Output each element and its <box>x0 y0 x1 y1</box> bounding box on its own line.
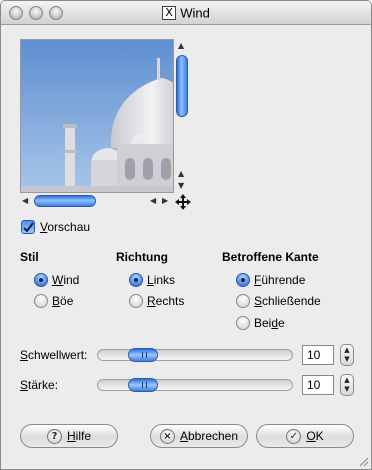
radio-links-label[interactable]: Links <box>147 273 175 287</box>
stepper-up-icon[interactable]: ▲ <box>344 346 349 354</box>
label-rest: K <box>315 429 324 443</box>
radio-fuehrende-label[interactable]: Führende <box>254 273 305 287</box>
schwellwert-slider-track[interactable] <box>97 348 293 362</box>
scroll-up-arrow-icon-lower[interactable]: ▲ <box>178 169 184 178</box>
resize-grip-icon[interactable] <box>357 455 369 467</box>
stepper-down-icon[interactable]: ▼ <box>344 385 349 393</box>
scroll-right-arrow-icon[interactable]: ▶ <box>162 196 168 205</box>
mnemonic: B <box>52 294 61 308</box>
kante-heading: Betroffene Kante <box>222 250 319 264</box>
preview-image[interactable] <box>20 39 174 193</box>
preview-horizontal-scrollbar[interactable]: ◀ ◀ ▶ <box>20 194 174 208</box>
cancel-button-label: Abbrechen <box>180 429 238 443</box>
radio-rechts[interactable] <box>129 294 143 308</box>
scroll-down-arrow-icon[interactable]: ▼ <box>178 181 184 190</box>
cancel-icon: × <box>159 428 175 444</box>
label-rest: ind <box>63 273 80 287</box>
radio-fuehrende[interactable] <box>236 273 250 287</box>
title-container: X Wind <box>1 5 371 20</box>
stepper-down-icon[interactable]: ▼ <box>344 355 349 363</box>
label-pre: Bei <box>254 316 272 330</box>
mnemonic: H <box>66 429 76 443</box>
help-button[interactable]: ? Hilfe <box>20 424 118 448</box>
help-button-label: Hilfe <box>67 429 91 443</box>
scroll-left-arrow-icon[interactable]: ◀ <box>22 196 28 205</box>
mnemonic: S <box>254 294 263 308</box>
stepper-up-icon[interactable]: ▲ <box>344 376 349 384</box>
radio-boee[interactable] <box>34 294 48 308</box>
mnemonic: A <box>179 429 188 443</box>
taj-mahal-preview <box>21 40 173 192</box>
label-rest: tärke: <box>28 378 59 392</box>
pan-move-icon[interactable] <box>175 194 191 210</box>
label-rest: echts <box>155 294 185 308</box>
help-icon: ? <box>46 428 62 444</box>
radio-boee-label[interactable]: Böe <box>52 294 73 308</box>
radio-schliessende[interactable] <box>236 294 250 308</box>
mnemonic: L <box>147 273 154 287</box>
radio-beide-label[interactable]: Beide <box>254 316 285 330</box>
label-rest: chwellwert: <box>28 348 88 362</box>
label-rest: bbrechen <box>187 429 239 443</box>
stil-heading: Stil <box>20 250 39 264</box>
preview-vertical-scrollbar[interactable]: ▲ ▲ ▼ <box>175 39 189 193</box>
vertical-scroll-thumb[interactable] <box>176 55 188 117</box>
label-rest: ilfe <box>75 429 91 443</box>
ok-button[interactable]: ✓ OK <box>256 424 354 448</box>
mnemonic: S <box>20 378 29 392</box>
mnemonic: W <box>52 273 64 287</box>
mnemonic: R <box>147 294 156 308</box>
staerke-value-field[interactable]: 10 <box>302 375 334 395</box>
x11-icon: X <box>162 5 177 20</box>
radio-wind[interactable] <box>34 273 48 287</box>
ok-check-icon: ✓ <box>286 428 302 444</box>
checkmark-icon <box>23 222 34 233</box>
label-rest: e <box>278 316 285 330</box>
preview-checkbox[interactable] <box>21 220 35 234</box>
window-title: Wind <box>180 5 210 21</box>
richtung-heading: Richtung <box>116 250 168 264</box>
scroll-up-arrow-icon[interactable]: ▲ <box>178 41 184 50</box>
schwellwert-stepper[interactable]: ▲ ▼ <box>340 344 354 366</box>
staerke-slider-track[interactable] <box>97 378 293 392</box>
scroll-left-arrow-icon-right[interactable]: ◀ <box>150 196 156 205</box>
schwellwert-slider-knob[interactable] <box>128 348 158 362</box>
staerke-label: Stärke: <box>20 378 58 392</box>
label-rest: öe <box>60 294 74 308</box>
preview-checkbox-label[interactable]: Vorschau <box>40 220 90 234</box>
label-rest: ührende <box>261 273 306 287</box>
radio-schliessende-label[interactable]: Schließende <box>254 294 321 308</box>
horizontal-scroll-thumb[interactable] <box>34 195 96 207</box>
radio-wind-label[interactable]: Wind <box>52 273 79 287</box>
schwellwert-value-field[interactable]: 10 <box>302 345 334 365</box>
mnemonic: O <box>306 429 316 443</box>
label-rest: orschau <box>47 220 91 234</box>
radio-beide[interactable] <box>236 316 250 330</box>
staerke-stepper[interactable]: ▲ ▼ <box>340 374 354 396</box>
label-rest: chließende <box>262 294 321 308</box>
schwellwert-label: Schwellwert: <box>20 348 87 362</box>
mnemonic: S <box>20 348 29 362</box>
cancel-button[interactable]: × Abbrechen <box>150 424 248 448</box>
staerke-slider-knob[interactable] <box>128 378 158 392</box>
ok-button-label: OK <box>306 429 323 443</box>
radio-rechts-label[interactable]: Rechts <box>147 294 184 308</box>
label-rest: inks <box>153 273 176 287</box>
wind-dialog: X Wind ▲ ▲ ▼ ◀ ◀ ▶ Vorschau Stil Wind Bö… <box>0 0 372 470</box>
title-bar[interactable]: X Wind <box>1 1 371 25</box>
radio-links[interactable] <box>129 273 143 287</box>
